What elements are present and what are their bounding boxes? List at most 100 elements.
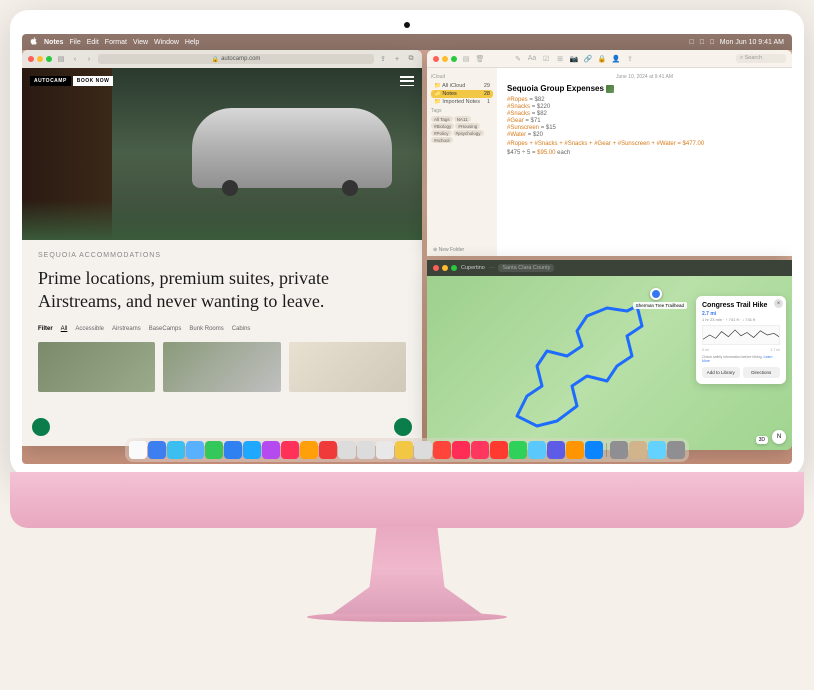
apple-menu-icon[interactable]: [30, 37, 38, 47]
share-icon[interactable]: 👤: [611, 54, 621, 64]
pin-label[interactable]: Sherman Tree Trailhead: [633, 302, 687, 309]
format-icon[interactable]: Aa: [527, 54, 537, 64]
address-bar[interactable]: 🔒 autocamp.com: [98, 54, 374, 64]
filter-all[interactable]: All: [61, 326, 68, 332]
dock-app-icon[interactable]: [452, 441, 470, 459]
back-icon[interactable]: ‹: [70, 54, 80, 64]
checklist-icon[interactable]: ☑: [541, 54, 551, 64]
sidebar-item-notes[interactable]: 📁 Notes28: [431, 90, 493, 98]
map-3d-toggle[interactable]: 3D: [756, 436, 768, 444]
dock-app-icon[interactable]: [547, 441, 565, 459]
chat-fab-icon[interactable]: [32, 418, 50, 436]
forward-icon[interactable]: ›: [84, 54, 94, 64]
dock-app-icon[interactable]: [648, 441, 666, 459]
sidebar-item-all-icloud[interactable]: 📁 All iCloud29: [431, 82, 493, 90]
maps-location-label[interactable]: Cupertino: [461, 265, 485, 271]
listing-card[interactable]: [38, 342, 155, 392]
dock-app-icon[interactable]: [376, 441, 394, 459]
menu-view[interactable]: View: [133, 39, 148, 46]
table-icon[interactable]: ⊞: [555, 54, 565, 64]
filter-bunkrooms[interactable]: Bunk Rooms: [189, 326, 223, 332]
wifi-icon[interactable]: 􀙇: [689, 39, 694, 46]
dock-app-icon[interactable]: [395, 441, 413, 459]
dock-app-icon[interactable]: [509, 441, 527, 459]
listing-card[interactable]: [289, 342, 406, 392]
menu-help[interactable]: Help: [185, 39, 199, 46]
compass-icon[interactable]: N: [772, 430, 786, 444]
dock-app-icon[interactable]: [129, 441, 147, 459]
maps-search[interactable]: Santa Clara County: [498, 264, 554, 272]
dock-app-icon[interactable]: [167, 441, 185, 459]
dock-app-icon[interactable]: [262, 441, 280, 459]
dock-app-icon[interactable]: [224, 441, 242, 459]
filter-airstreams[interactable]: Airstreams: [112, 326, 141, 332]
close-button[interactable]: [28, 56, 34, 62]
dock-app-icon[interactable]: [528, 441, 546, 459]
tag-chip[interactable]: NA11: [454, 116, 471, 122]
dock-app-icon[interactable]: [471, 441, 489, 459]
notes-search[interactable]: ⌕ Search: [736, 54, 786, 63]
tag-chip[interactable]: #Biology: [431, 123, 454, 129]
battery-icon[interactable]: 􀛨: [699, 39, 704, 46]
dock-app-icon[interactable]: [490, 441, 508, 459]
book-now-button[interactable]: BOOK NOW: [73, 76, 114, 86]
dock-app-icon[interactable]: [148, 441, 166, 459]
dock-app-icon[interactable]: [281, 441, 299, 459]
share-icon[interactable]: ⇪: [378, 54, 388, 64]
menu-edit[interactable]: Edit: [87, 39, 99, 46]
dock-app-icon[interactable]: [338, 441, 356, 459]
dock-app-icon[interactable]: [205, 441, 223, 459]
sidebar-icon[interactable]: ▤: [56, 54, 66, 64]
tabs-icon[interactable]: ⧉: [406, 54, 416, 64]
menu-window[interactable]: Window: [154, 39, 179, 46]
new-folder-button[interactable]: ⊕ New Folder: [433, 247, 464, 253]
zoom-button[interactable]: [451, 265, 457, 271]
tag-chip[interactable]: #school: [431, 137, 453, 143]
dock-app-icon[interactable]: [319, 441, 337, 459]
close-icon[interactable]: ×: [774, 299, 783, 308]
menu-file[interactable]: File: [69, 39, 80, 46]
app-menu-name[interactable]: Notes: [44, 39, 63, 46]
new-tab-icon[interactable]: +: [392, 54, 402, 64]
listing-card[interactable]: [163, 342, 280, 392]
close-button[interactable]: [433, 265, 439, 271]
dock-app-icon[interactable]: [414, 441, 432, 459]
dock-app-icon[interactable]: [566, 441, 584, 459]
tag-chip[interactable]: #psychology: [453, 130, 484, 136]
tag-chip[interactable]: All Tags: [431, 116, 453, 122]
dock-app-icon[interactable]: [433, 441, 451, 459]
minimize-button[interactable]: [442, 56, 448, 62]
dock-app-icon[interactable]: [243, 441, 261, 459]
filter-basecamps[interactable]: BaseCamps: [149, 326, 182, 332]
dock-app-icon[interactable]: [610, 441, 628, 459]
dock-app-icon[interactable]: [186, 441, 204, 459]
dock-app-icon[interactable]: [667, 441, 685, 459]
send-icon[interactable]: ⇪: [625, 54, 635, 64]
sidebar-item-imported[interactable]: 📁 Imported Notes1: [431, 98, 493, 106]
tag-chip[interactable]: #Housing: [455, 123, 480, 129]
dock-app-icon[interactable]: [357, 441, 375, 459]
map-canvas[interactable]: Sherman Tree Trailhead × Congress Trail …: [427, 276, 792, 450]
dock-app-icon[interactable]: [629, 441, 647, 459]
zoom-button[interactable]: [46, 56, 52, 62]
compose-icon[interactable]: ✎: [513, 54, 523, 64]
media-icon[interactable]: 📷: [569, 54, 579, 64]
directions-button[interactable]: Directions: [743, 367, 781, 378]
view-icon[interactable]: ▤: [461, 54, 471, 64]
tag-chip[interactable]: #Policy: [431, 130, 452, 136]
add-to-library-button[interactable]: Add to Library: [702, 367, 740, 378]
zoom-button[interactable]: [451, 56, 457, 62]
menu-format[interactable]: Format: [105, 39, 127, 46]
clock[interactable]: Mon Jun 10 9:41 AM: [720, 39, 784, 46]
control-center-icon[interactable]: 􀜊: [710, 39, 715, 46]
hamburger-icon[interactable]: [400, 76, 414, 86]
dock-app-icon[interactable]: [585, 441, 603, 459]
minimize-button[interactable]: [37, 56, 43, 62]
minimize-button[interactable]: [442, 265, 448, 271]
delete-icon[interactable]: 🗑: [475, 54, 485, 64]
dock-app-icon[interactable]: [300, 441, 318, 459]
filter-accessible[interactable]: Accessible: [75, 326, 104, 332]
lock-icon[interactable]: 🔒: [597, 54, 607, 64]
accessibility-fab-icon[interactable]: [394, 418, 412, 436]
note-editor[interactable]: June 10, 2024 at 9:41 AM Sequoia Group E…: [497, 68, 792, 256]
